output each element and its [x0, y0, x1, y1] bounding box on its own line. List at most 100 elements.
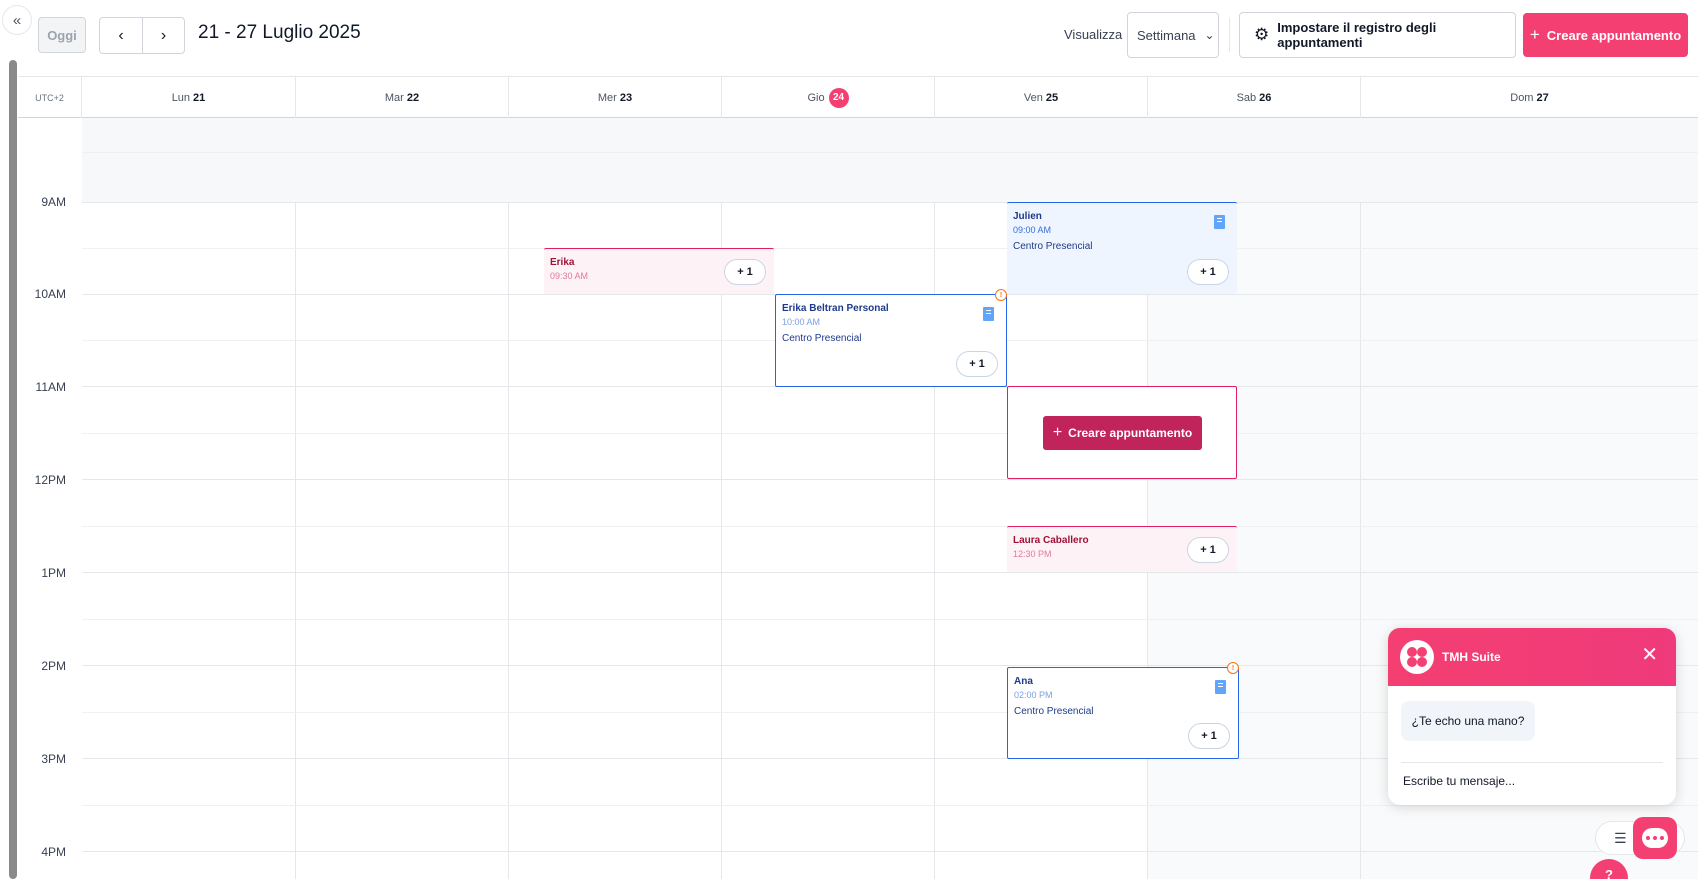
day-column-tue[interactable] [296, 118, 509, 879]
appointment-settings-label: Impostare il registro degli appuntamenti [1277, 20, 1437, 50]
appointment-location: Centro Presencial [1014, 706, 1094, 717]
chat-header: TMH Suite ✕ [1388, 628, 1676, 686]
appointment-settings-button[interactable]: ⚙ Impostare il registro degli appuntamen… [1239, 12, 1516, 58]
chat-divider [1401, 762, 1663, 763]
calendar-toolbar: Oggi ‹ › 21 - 27 Luglio 2025 Visualizza … [18, 0, 1698, 77]
left-scrollbar[interactable] [9, 60, 17, 879]
view-label: Visualizza [1064, 27, 1123, 42]
weekday-label: Mer [597, 91, 617, 104]
timezone-label: UTC+2 [18, 77, 82, 118]
appointment-name: Erika Beltran Personal [782, 303, 889, 314]
day-number: 23 [619, 91, 633, 104]
tmh-logo-icon [1400, 640, 1434, 674]
weekday-label: Mar [384, 91, 404, 104]
date-range-title: 21 - 27 Luglio 2025 [198, 22, 361, 43]
view-selected-value: Settimana [1137, 27, 1196, 43]
more-appointments-button[interactable]: + 1 [956, 351, 998, 377]
chat-message-input[interactable]: Escribe tu mensaje... [1403, 774, 1515, 788]
half-hour-line [82, 619, 1698, 620]
off-hours-band [82, 118, 1698, 202]
warning-icon[interactable]: ! [1227, 662, 1239, 674]
building-icon [1214, 215, 1225, 229]
day-header-fri[interactable]: Ven 25 [935, 77, 1148, 118]
appointment-card[interactable]: Erika 09:30 AM + 1 [544, 248, 774, 294]
appointment-card[interactable]: Julien 09:00 AM Centro Presencial + 1 [1007, 202, 1237, 294]
appointment-time: 02:00 PM [1014, 690, 1053, 700]
half-hour-line [82, 526, 1698, 527]
half-hour-line [82, 433, 1698, 434]
double-chevron-left-icon: « [12, 11, 22, 29]
day-header-sun[interactable]: Dom 27 [1361, 77, 1698, 118]
chat-widget: TMH Suite ✕ ¿Te echo una mano? Escribe t… [1388, 628, 1676, 805]
appointment-name: Ana [1014, 676, 1033, 687]
appointment-card[interactable]: Ana 02:00 PM Centro Presencial + 1 [1007, 667, 1239, 759]
day-header-sat[interactable]: Sab 26 [1148, 77, 1361, 118]
slot-create-appointment-label: Creare appuntamento [1068, 426, 1193, 440]
day-header-tue[interactable]: Mar 22 [296, 77, 509, 118]
weekday-label: Lun [171, 91, 191, 104]
day-header-thu[interactable]: Gio 24 [722, 77, 935, 118]
week-navigation: ‹ › [99, 17, 185, 54]
more-appointments-button[interactable]: + 1 [724, 259, 766, 285]
half-hour-line [82, 248, 1698, 249]
appointment-name: Julien [1013, 211, 1042, 222]
building-icon [1215, 680, 1226, 694]
today-badge: 24 [828, 87, 849, 108]
time-label: 11AM [35, 380, 66, 394]
chat-title: TMH Suite [1442, 650, 1501, 664]
hour-line [82, 851, 1698, 852]
close-icon[interactable]: ✕ [1641, 642, 1658, 667]
plus-icon: + [1529, 25, 1540, 44]
more-appointments-button[interactable]: + 1 [1187, 259, 1229, 285]
collapse-sidebar-button[interactable]: « [2, 5, 32, 35]
day-column-thu[interactable] [722, 118, 935, 879]
weekday-label: Gio [807, 91, 825, 104]
view-select[interactable]: Settimana ⌄ [1127, 12, 1219, 58]
appointment-time: 09:00 AM [1013, 225, 1052, 235]
create-appointment-label: Creare appuntamento [1546, 27, 1682, 43]
more-appointments-button[interactable]: + 1 [1188, 723, 1230, 749]
half-hour-line [82, 805, 1698, 806]
appointment-card[interactable]: Laura Caballero 12:30 PM + 1 [1007, 526, 1237, 572]
slot-create-appointment-button[interactable]: + Creare appuntamento [1043, 416, 1202, 450]
day-number: 22 [406, 91, 420, 104]
time-label: 12PM [34, 473, 66, 487]
day-header-wed[interactable]: Mer 23 [509, 77, 722, 118]
day-header-mon[interactable]: Lun 21 [82, 77, 296, 118]
half-hour-line [82, 152, 1698, 153]
day-number: 27 [1536, 91, 1549, 104]
gear-icon: ⚙ [1254, 25, 1270, 44]
time-label: 2PM [41, 659, 66, 673]
today-button[interactable]: Oggi [38, 17, 86, 53]
open-chat-button[interactable] [1633, 817, 1677, 859]
toolbar-divider [1229, 18, 1230, 52]
day-header-row: UTC+2 Lun 21 Mar 22 Mer 23 Gio 24 Ven 25 Sab 2… [18, 77, 1698, 118]
chevron-down-icon: ⌄ [1204, 28, 1215, 42]
day-number: 25 [1045, 91, 1059, 104]
appointment-location: Centro Presencial [782, 333, 862, 344]
warning-icon[interactable]: ! [995, 289, 1007, 301]
appointment-time: 10:00 AM [782, 317, 821, 327]
next-week-button[interactable]: › [141, 18, 184, 53]
hour-line [82, 572, 1698, 573]
more-appointments-button[interactable]: + 1 [1187, 537, 1229, 563]
chevron-left-icon: ‹ [118, 26, 124, 44]
plus-icon: + [1052, 424, 1063, 441]
time-label: 3PM [41, 752, 66, 766]
sliders-icon: ☰ [1614, 829, 1627, 846]
prev-week-button[interactable]: ‹ [100, 18, 142, 53]
hour-line [82, 479, 1698, 480]
day-column-wed[interactable] [509, 118, 722, 879]
chat-bubble-icon [1642, 828, 1668, 848]
time-label: 9AM [41, 195, 66, 209]
weekday-label: Sab [1236, 91, 1257, 104]
day-number: 21 [193, 91, 206, 104]
create-appointment-slot[interactable]: + Creare appuntamento [1007, 386, 1237, 479]
hour-line [82, 202, 1698, 203]
create-appointment-button[interactable]: + Creare appuntamento [1523, 13, 1688, 57]
appointment-card[interactable]: Erika Beltran Personal 10:00 AM Centro P… [775, 294, 1007, 387]
day-column-mon[interactable] [82, 118, 296, 879]
chevron-right-icon: › [160, 26, 167, 44]
chat-message-bubble: ¿Te echo una mano? [1401, 701, 1535, 741]
building-icon [983, 307, 994, 321]
